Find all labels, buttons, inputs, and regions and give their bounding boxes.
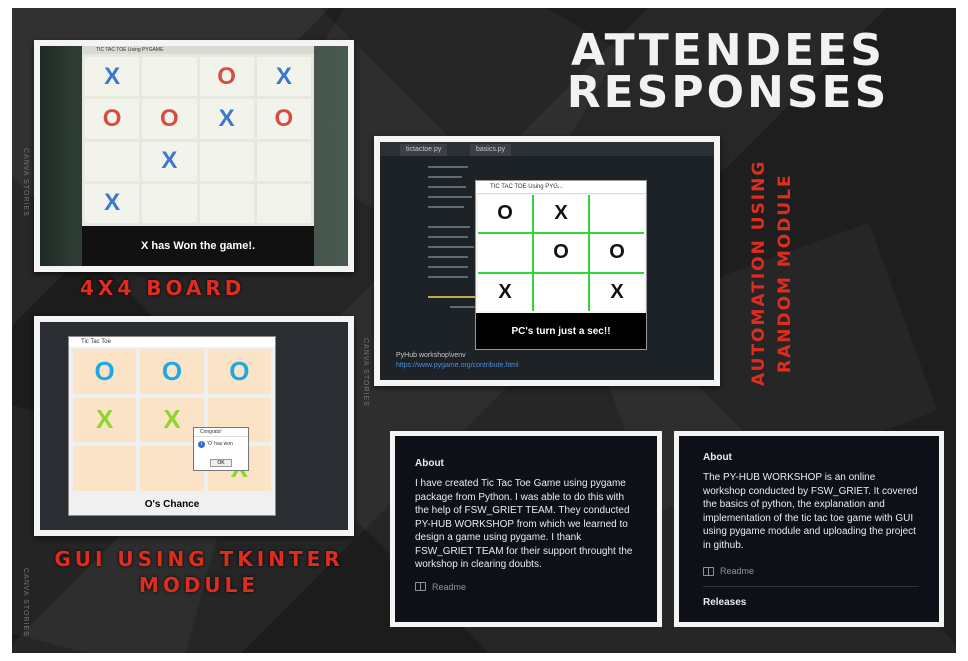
photo-automation: tictactoe.py basics.py TIC TAC TOE Using… bbox=[374, 136, 720, 386]
readme-link[interactable]: Readme bbox=[703, 566, 919, 576]
about-card-right: About The PY-HUB WORKSHOP is an online w… bbox=[674, 431, 944, 627]
code-line bbox=[428, 176, 462, 178]
win-dialog: Congrats! i 'O' has won OK bbox=[193, 427, 249, 471]
terminal-url: https://www.pygame.org/contribute.html bbox=[396, 362, 519, 369]
code-line bbox=[428, 236, 468, 238]
releases-heading: Releases bbox=[703, 597, 747, 608]
board-cell bbox=[142, 57, 197, 97]
readme-link[interactable]: Readme bbox=[415, 582, 637, 592]
board-cell: O bbox=[199, 57, 254, 97]
game-board-4x4: X O X O O X O X X bbox=[82, 54, 314, 226]
board-cell bbox=[478, 234, 532, 272]
window-title: Tic Tac Toe bbox=[69, 337, 275, 347]
caption-4x4-board: 4X4 BOARD bbox=[80, 276, 246, 300]
about-card-left: About I have created Tic Tac Toe Game us… bbox=[390, 431, 662, 627]
book-icon bbox=[703, 566, 714, 576]
board-cell: O bbox=[590, 234, 644, 272]
board-cell: O bbox=[85, 99, 140, 139]
board-cell bbox=[85, 141, 140, 181]
board-cell: O bbox=[73, 349, 137, 394]
poster: ATTENDEES RESPONSES TIC TAC TOE Using PY… bbox=[12, 8, 956, 653]
board-cell: O bbox=[207, 349, 271, 394]
code-line bbox=[428, 246, 474, 248]
board-cell: O bbox=[478, 195, 532, 233]
board-cell: X bbox=[478, 273, 532, 311]
readme-label: Readme bbox=[432, 581, 467, 592]
window-title: TIC TAC TOE Using PYGAME bbox=[82, 46, 314, 54]
board-cell: X bbox=[73, 397, 137, 443]
board-cell bbox=[256, 183, 311, 223]
board-cell: X bbox=[534, 195, 588, 233]
code-line bbox=[428, 256, 468, 258]
code-line bbox=[428, 206, 464, 208]
game-status: PC's turn just a sec!! bbox=[476, 313, 646, 349]
game-status: O's Chance bbox=[144, 499, 200, 510]
board-cell: X bbox=[85, 57, 140, 97]
caption-automation-line-1: AUTOMATION USING bbox=[749, 159, 769, 387]
watermark: CANVA STORIES bbox=[362, 338, 369, 407]
board-cell: O bbox=[256, 99, 311, 139]
caption-gui-line-2: MODULE bbox=[138, 573, 260, 597]
board-cell bbox=[73, 446, 137, 491]
title-line-2: RESPONSES bbox=[566, 67, 890, 118]
book-icon bbox=[415, 582, 426, 591]
board-cell: O bbox=[140, 349, 204, 394]
window-title: TIC TAC TOE Using PYG... bbox=[476, 181, 646, 194]
code-line bbox=[428, 276, 468, 278]
board-cell: X bbox=[590, 273, 644, 311]
watermark: CANVA STORIES bbox=[22, 148, 29, 217]
readme-label: Readme bbox=[720, 566, 755, 576]
board-cell: X bbox=[85, 183, 140, 223]
board-cell bbox=[256, 141, 311, 181]
board-cell: O bbox=[142, 99, 197, 139]
about-heading: About bbox=[703, 452, 732, 463]
editor-tab: tictactoe.py bbox=[400, 144, 448, 156]
board-cell: X bbox=[256, 57, 311, 97]
photo-4x4-board: TIC TAC TOE Using PYGAME X O X O O X O X… bbox=[34, 40, 354, 272]
dialog-title: Congrats! bbox=[194, 428, 248, 437]
game-board-3x3: O X O O X X bbox=[478, 195, 644, 311]
code-line bbox=[428, 266, 468, 268]
about-text: The PY-HUB WORKSHOP is an online worksho… bbox=[703, 472, 918, 551]
board-cell: O bbox=[534, 234, 588, 272]
editor-tab: basics.py bbox=[470, 144, 512, 156]
dialog-ok-button[interactable]: OK bbox=[210, 459, 232, 467]
board-cell bbox=[590, 195, 644, 233]
caption-gui: GUI USING TKINTER MODULE bbox=[24, 546, 374, 598]
code-line bbox=[428, 186, 466, 188]
board-cell: X bbox=[142, 141, 197, 181]
editor-tab-bar: tictactoe.py basics.py bbox=[380, 142, 714, 156]
photo-tkinter: Tic Tac Toe O O O X X X O's Chance Congr… bbox=[34, 316, 354, 536]
caption-automation: AUTOMATION USING RANDOM MODULE bbox=[746, 158, 816, 388]
terminal-text: PyHub workshop\venv bbox=[396, 352, 466, 359]
title-line-1: ATTENDEES bbox=[571, 25, 885, 76]
dialog-message: 'O' has won bbox=[207, 441, 233, 447]
code-line bbox=[428, 166, 468, 168]
caption-gui-line-1: GUI USING TKINTER bbox=[54, 547, 344, 571]
code-line bbox=[428, 196, 472, 198]
watermark: CANVA STORIES bbox=[22, 568, 29, 637]
page-title: ATTENDEES RESPONSES bbox=[518, 25, 938, 118]
about-heading: About bbox=[415, 458, 444, 469]
about-text: I have created Tic Tac Toe Game using py… bbox=[415, 478, 633, 570]
code-line bbox=[428, 226, 470, 228]
game-status: X has Won the game!. bbox=[82, 226, 314, 266]
info-icon: i bbox=[198, 441, 205, 448]
board-cell bbox=[534, 273, 588, 311]
caption-automation-line-2: RANDOM MODULE bbox=[775, 173, 795, 373]
game-window: Tic Tac Toe O O O X X X O's Chance Congr… bbox=[68, 336, 276, 516]
board-cell bbox=[199, 183, 254, 223]
board-cell bbox=[199, 141, 254, 181]
game-window: TIC TAC TOE Using PYG... O X O O X X PC'… bbox=[475, 180, 647, 350]
board-cell bbox=[142, 183, 197, 223]
board-cell: X bbox=[199, 99, 254, 139]
